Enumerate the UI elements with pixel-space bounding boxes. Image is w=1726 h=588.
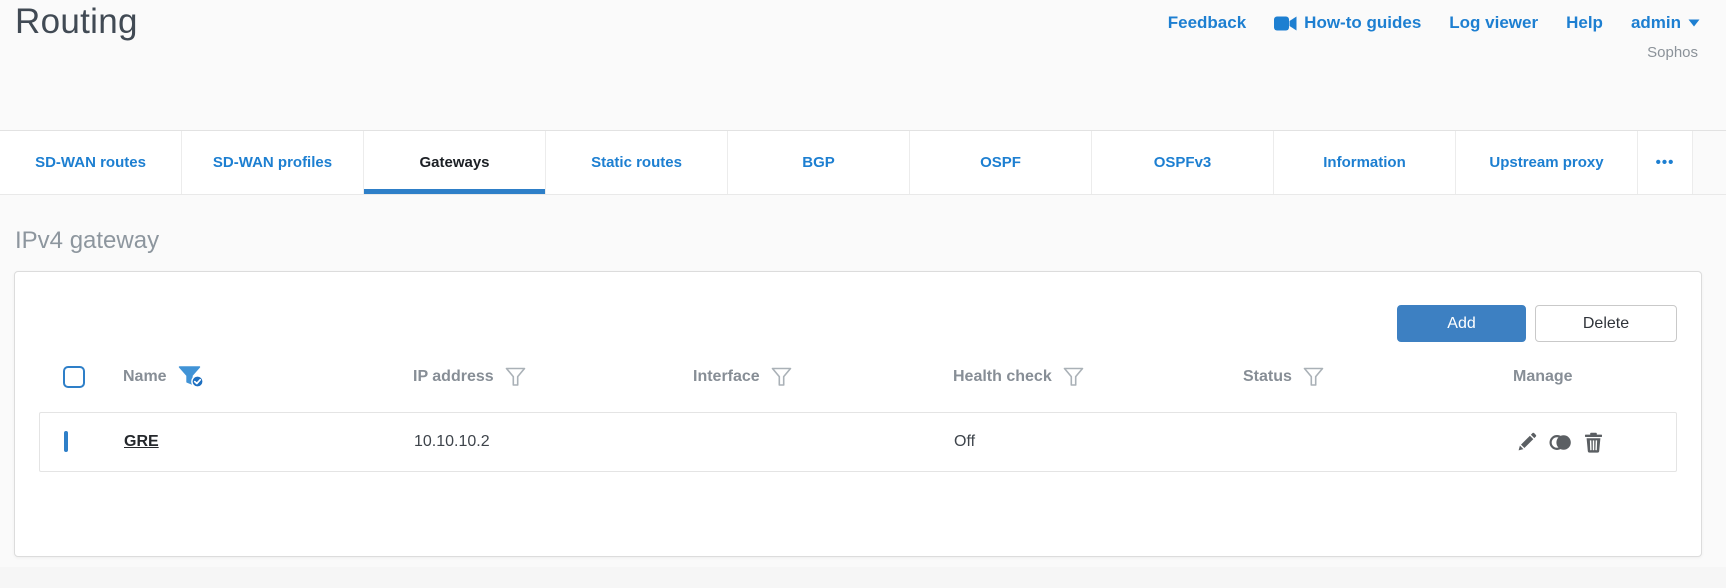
feedback-link-label: Feedback: [1167, 13, 1247, 32]
column-label-manage: Manage: [1513, 368, 1573, 385]
column-label-interface: Interface: [693, 368, 760, 385]
column-header-manage: Manage: [1503, 368, 1677, 386]
header-links: Feedback How-to guides Log viewer Help a…: [1168, 13, 1700, 33]
row-name-cell: GRE: [114, 433, 404, 451]
log-viewer-label: Log viewer: [1449, 13, 1539, 32]
row-status-cell: [1234, 433, 1504, 451]
column-label-status: Status: [1243, 368, 1292, 385]
filter-icon-ip-address[interactable]: [505, 367, 526, 387]
tab-ospf[interactable]: OSPF: [910, 131, 1092, 194]
top-header: Routing Feedback How-to guides Log viewe…: [0, 0, 1726, 130]
filter-icon-interface[interactable]: [771, 367, 792, 387]
filter-icon-health-check[interactable]: [1063, 367, 1084, 387]
row-checkbox[interactable]: [64, 431, 68, 452]
caret-down-icon: [1688, 19, 1700, 27]
table-toolbar: Add Delete: [39, 272, 1677, 342]
column-label-ip-address: IP address: [413, 368, 494, 385]
filter-icon-status[interactable]: [1303, 367, 1324, 387]
edit-pencil-icon[interactable]: [1516, 432, 1537, 453]
header-select-cell: [39, 366, 113, 388]
tab-upstream-proxy[interactable]: Upstream proxy: [1456, 131, 1638, 194]
column-header-ip-address: IP address: [403, 367, 683, 387]
gateway-name-link[interactable]: GRE: [124, 433, 159, 450]
column-header-interface: Interface: [683, 367, 943, 387]
trash-delete-icon[interactable]: [1584, 432, 1603, 453]
table-header-row: Name IP address Interface Health check S…: [39, 359, 1677, 395]
section-heading: IPv4 gateway: [15, 227, 160, 254]
how-to-guides-label: How-to guides: [1304, 13, 1422, 32]
help-link[interactable]: Help: [1566, 13, 1603, 33]
admin-menu[interactable]: admin: [1631, 13, 1700, 33]
tab-static-routes[interactable]: Static routes: [546, 131, 728, 194]
select-all-checkbox[interactable]: [63, 366, 85, 388]
tab-more-ellipsis[interactable]: •••: [1638, 131, 1693, 194]
row-health-check-cell: Off: [954, 433, 976, 450]
tab-sd-wan-profiles[interactable]: SD-WAN profiles: [182, 131, 364, 194]
brand-label: Sophos: [1647, 44, 1698, 61]
feedback-link[interactable]: Feedback: [1168, 13, 1246, 33]
how-to-guides-link[interactable]: How-to guides: [1274, 13, 1421, 33]
column-header-status: Status: [1233, 367, 1503, 387]
clone-icon[interactable]: [1549, 432, 1572, 453]
row-ip-cell: 10.10.10.2: [414, 433, 490, 450]
help-label: Help: [1566, 13, 1603, 32]
column-header-health-check: Health check: [943, 367, 1233, 387]
ipv4-gateway-card: Add Delete Name IP address Interface Hea…: [14, 271, 1702, 557]
delete-button[interactable]: Delete: [1535, 305, 1677, 342]
row-select-cell: [40, 431, 114, 452]
column-header-name: Name: [113, 365, 403, 389]
table-row: GRE 10.10.10.2 Off: [39, 412, 1677, 472]
log-viewer-link[interactable]: Log viewer: [1449, 13, 1538, 33]
row-manage-cell: [1504, 432, 1676, 453]
filter-applied-icon[interactable]: [178, 365, 205, 389]
routing-tabs: SD-WAN routes SD-WAN profiles Gateways S…: [0, 130, 1726, 195]
tab-sd-wan-routes[interactable]: SD-WAN routes: [0, 131, 182, 194]
page-bottom-strip: [0, 567, 1726, 588]
tab-ospfv3[interactable]: OSPFv3: [1092, 131, 1274, 194]
video-camera-icon: [1274, 16, 1297, 31]
column-label-name: Name: [123, 368, 167, 385]
page-title: Routing: [15, 2, 138, 41]
tab-information[interactable]: Information: [1274, 131, 1456, 194]
admin-label: admin: [1630, 13, 1681, 32]
tab-gateways[interactable]: Gateways: [364, 131, 546, 194]
column-label-health-check: Health check: [953, 368, 1052, 385]
tabstrip-filler: [1693, 131, 1726, 194]
tab-bgp[interactable]: BGP: [728, 131, 910, 194]
add-button[interactable]: Add: [1397, 305, 1526, 342]
